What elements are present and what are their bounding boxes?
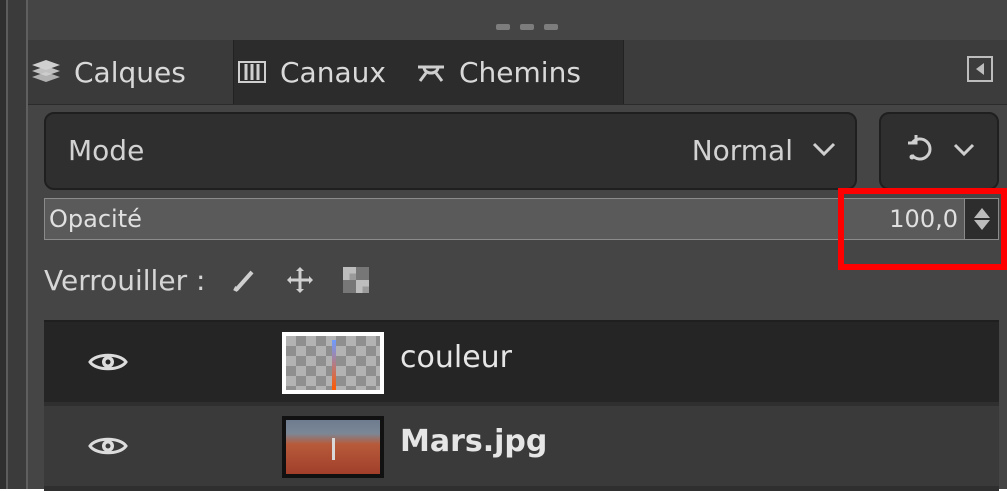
layers-list: couleur Mars.jpg bbox=[44, 320, 999, 491]
lock-label: Verrouiller : bbox=[44, 263, 206, 297]
tab-canaux-label: Canaux bbox=[280, 55, 386, 89]
mode-label: Mode bbox=[68, 134, 145, 167]
left-frame-inner bbox=[8, 0, 26, 489]
mode-combobox[interactable]: Mode Normal bbox=[44, 112, 857, 190]
layer-row-mars[interactable]: Mars.jpg bbox=[44, 406, 999, 486]
dock-tabbar: Calques Canaux Chemins bbox=[28, 40, 1007, 105]
layer-row-couleur[interactable]: couleur bbox=[44, 322, 999, 402]
dock-menu-button[interactable] bbox=[967, 56, 993, 82]
eye-icon[interactable] bbox=[88, 432, 128, 460]
mode-value: Normal bbox=[691, 134, 793, 167]
dock-grip[interactable] bbox=[496, 24, 558, 32]
tab-chemins[interactable]: Chemins bbox=[413, 40, 624, 104]
paths-icon bbox=[413, 57, 449, 87]
layers-icon bbox=[28, 57, 64, 87]
layer-thumbnail bbox=[282, 416, 384, 478]
highlight-annotation bbox=[838, 188, 1007, 270]
channels-icon bbox=[234, 57, 270, 87]
layer-name[interactable]: Mars.jpg bbox=[400, 424, 547, 459]
lock-alpha-icon[interactable] bbox=[339, 263, 373, 297]
lock-position-icon[interactable] bbox=[283, 263, 317, 297]
tab-canaux[interactable]: Canaux bbox=[233, 40, 415, 104]
chevron-down-icon bbox=[952, 141, 976, 161]
gimp-layers-dock: Calques Canaux Chemins Mode Normal Opaci… bbox=[0, 0, 1007, 491]
chevron-down-icon bbox=[811, 140, 837, 158]
tab-chemins-label: Chemins bbox=[459, 55, 581, 89]
mode-options-button[interactable] bbox=[879, 112, 999, 190]
opacity-label: Opacité bbox=[49, 205, 142, 233]
lock-pixels-icon[interactable] bbox=[227, 263, 261, 297]
eye-icon[interactable] bbox=[88, 348, 128, 376]
reset-icon bbox=[902, 131, 938, 171]
layer-name[interactable]: couleur bbox=[400, 340, 512, 375]
layer-thumbnail bbox=[282, 332, 384, 394]
tab-calques[interactable]: Calques bbox=[28, 40, 234, 104]
tab-calques-label: Calques bbox=[74, 55, 186, 89]
